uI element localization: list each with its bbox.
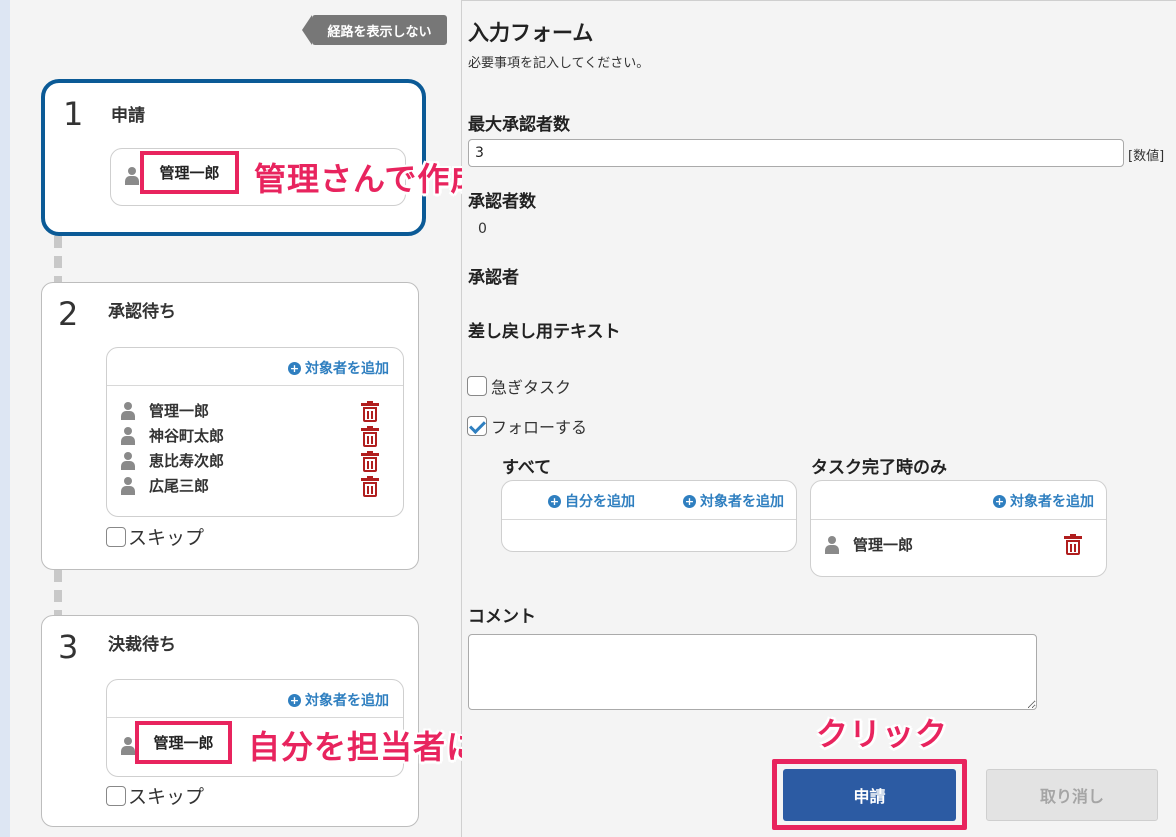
user-icon: [121, 426, 135, 445]
annotation-click: クリック: [816, 715, 949, 753]
step-number: 1: [63, 95, 84, 133]
approvers-label: 承認者: [468, 268, 519, 288]
comment-label: コメント: [468, 607, 536, 627]
route-panel: 経路を表示しない 1 申請 管理一郎 管理さんで作成 2 承認待ち + 対象者を…: [0, 0, 544, 837]
max-approvers-input[interactable]: [468, 139, 1124, 167]
user-name: 神谷町太郎: [149, 427, 225, 445]
plus-circle-icon: +: [548, 494, 561, 508]
add-target-link[interactable]: + 対象者を追加: [683, 491, 784, 511]
delete-trash-icon[interactable]: [361, 401, 379, 422]
user-icon: [121, 737, 135, 755]
urgent-task-label: 急ぎタスク: [491, 378, 572, 397]
skip-label: スキップ: [128, 786, 205, 808]
add-target-label: 対象者を追加: [305, 693, 389, 709]
step-title: 承認待ち: [108, 302, 176, 322]
add-self-label: 自分を追加: [565, 494, 635, 510]
user-icon: [121, 476, 135, 495]
list-item: 神谷町太郎: [121, 425, 224, 446]
step-title: 決裁待ち: [108, 635, 176, 655]
input-form-panel: 入力フォーム 必要事項を記入してください。 最大承認者数 [数値] 承認者数 0…: [462, 0, 1176, 837]
form-title: 入力フォーム: [468, 21, 594, 45]
add-target-label: 対象者を追加: [700, 494, 784, 510]
cancel-button[interactable]: 取り消し: [986, 769, 1158, 821]
step-2-target-box: + 対象者を追加 管理一郎 神谷町太郎 恵比寿次郎 広尾三郎: [106, 347, 404, 517]
skip-label: スキップ: [128, 527, 205, 549]
numeric-unit-label: [数値]: [1128, 149, 1165, 164]
list-item: 恵比寿次郎: [121, 450, 224, 471]
comment-textarea[interactable]: [468, 634, 1037, 710]
user-name: 管理一郎: [853, 536, 914, 554]
delete-trash-icon[interactable]: [1064, 534, 1082, 555]
step-2-card: 2 承認待ち + 対象者を追加 管理一郎 神谷町太郎 恵比寿次郎 広尾三郎 スキ…: [41, 282, 419, 570]
annotation-created-by-admin: 管理さんで作成: [254, 160, 484, 198]
list-item: 広尾三郎: [121, 475, 209, 496]
add-self-link[interactable]: + 自分を追加: [548, 491, 635, 511]
user-icon: [125, 167, 139, 185]
add-target-label: 対象者を追加: [1010, 494, 1094, 510]
user-icon: [121, 451, 135, 470]
skip-checkbox-row[interactable]: スキップ: [106, 782, 204, 809]
urgent-task-checkbox[interactable]: [467, 376, 487, 396]
user-name: 広尾三郎: [149, 477, 210, 495]
plus-circle-icon: +: [993, 494, 1006, 508]
divider: [107, 385, 403, 386]
follow-all-box: + 自分を追加 + 対象者を追加: [501, 480, 797, 552]
step-connector: [54, 236, 62, 282]
left-edge-strip: [0, 0, 10, 837]
follow-row[interactable]: フォローする: [467, 414, 587, 438]
add-target-link[interactable]: + 対象者を追加: [993, 491, 1094, 511]
approver-count-label: 承認者数: [468, 192, 536, 212]
divider: [811, 519, 1106, 520]
divider: [502, 519, 796, 520]
delete-trash-icon[interactable]: [361, 476, 379, 497]
follow-checkbox[interactable]: [467, 416, 487, 436]
user-icon: [825, 535, 839, 554]
highlighted-user-step-1: 管理一郎: [140, 151, 239, 194]
plus-circle-icon: +: [288, 361, 301, 375]
follow-label: フォローする: [491, 418, 588, 437]
user-icon: [121, 401, 135, 420]
submit-button[interactable]: 申請: [783, 769, 956, 821]
form-subtitle: 必要事項を記入してください。: [468, 56, 650, 71]
step-number: 2: [58, 295, 79, 333]
step-number: 3: [58, 628, 79, 666]
step-title: 申請: [111, 106, 145, 126]
skip-checkbox[interactable]: [106, 785, 126, 806]
skip-checkbox-row[interactable]: スキップ: [106, 523, 204, 550]
delete-trash-icon[interactable]: [361, 426, 379, 447]
approver-count-value: 0: [478, 221, 487, 237]
add-target-link[interactable]: + 対象者を追加: [288, 358, 389, 378]
step-connector: [54, 570, 62, 615]
hide-route-button[interactable]: 経路を表示しない: [302, 15, 447, 45]
plus-circle-icon: +: [683, 494, 696, 508]
user-name: 恵比寿次郎: [149, 452, 225, 470]
add-target-link[interactable]: + 対象者を追加: [288, 690, 389, 710]
follow-done-label: タスク完了時のみ: [811, 458, 947, 478]
user-name: 管理一郎: [149, 402, 210, 420]
list-item: 管理一郎: [825, 534, 913, 555]
skip-checkbox[interactable]: [106, 526, 126, 547]
list-item: 管理一郎: [121, 400, 209, 421]
urgent-task-row[interactable]: 急ぎタスク: [467, 374, 571, 398]
max-approvers-label: 最大承認者数: [468, 115, 570, 135]
follow-done-box: + 対象者を追加 管理一郎: [810, 480, 1107, 577]
reject-text-label: 差し戻し用テキスト: [468, 322, 621, 342]
add-target-label: 対象者を追加: [305, 361, 389, 377]
delete-trash-icon[interactable]: [361, 451, 379, 472]
plus-circle-icon: +: [288, 693, 301, 707]
divider: [107, 717, 403, 718]
follow-all-label: すべて: [502, 458, 552, 478]
highlighted-user-step-3: 管理一郎: [135, 721, 232, 764]
